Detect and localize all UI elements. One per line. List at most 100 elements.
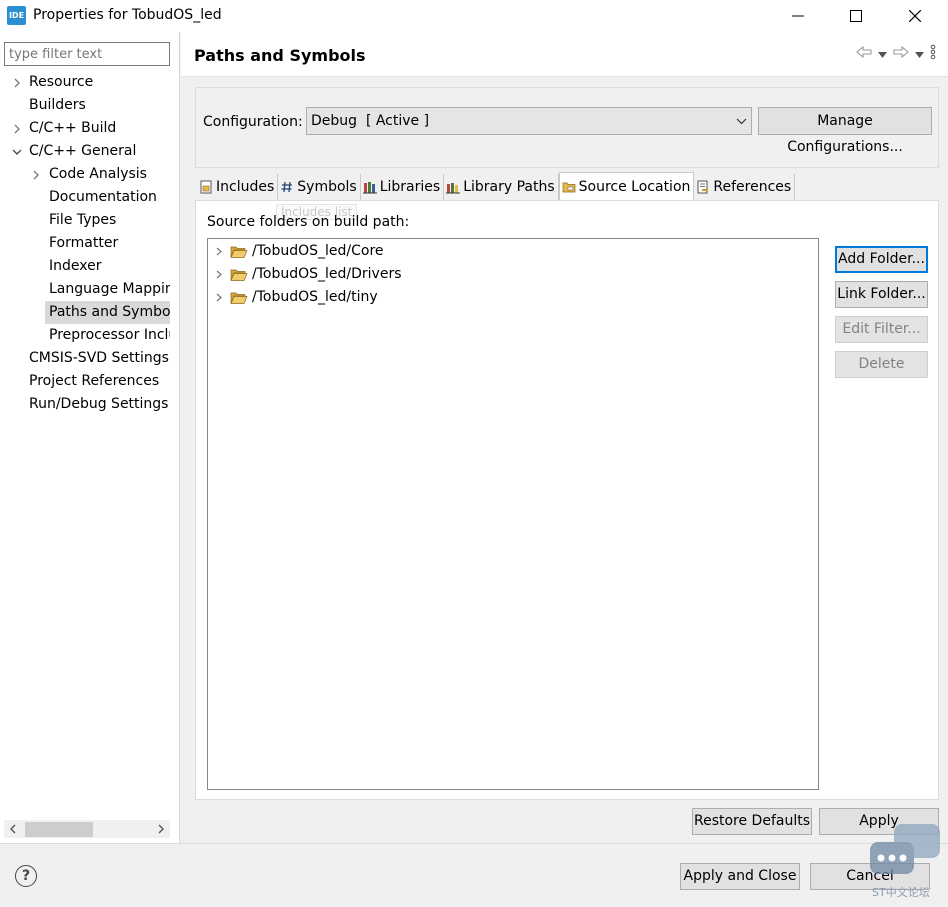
libraries-icon [362,180,377,194]
folder-open-icon [230,269,248,281]
tab-label: Library Paths [463,179,555,195]
sidebar-item-label: Documentation [49,189,157,205]
sidebar-item[interactable]: Language Mappings [45,278,170,301]
library-paths-icon [446,180,461,194]
settings-tab-bar: Includes Symbols Libraries Library Paths Sou… [197,172,796,200]
configuration-selected-value: Debug [ Active ] [311,113,430,129]
minimize-button[interactable] [770,0,826,32]
chevron-right-icon[interactable] [11,117,23,140]
watermark-text: ST中文论坛 [872,886,930,899]
tab-label: Source Location [578,178,691,195]
sidebar-item-label: Project References [29,373,160,389]
source-folder-path: /TobudOS_led/tiny [252,289,378,305]
minimize-icon [792,15,804,17]
apply-and-close-button[interactable]: Apply and Close [680,863,800,890]
edit-filter-button[interactable]: Edit Filter... [835,316,928,343]
sidebar-item[interactable]: File Types [45,209,170,232]
sidebar-item[interactable]: Documentation [45,186,170,209]
tab-library-paths[interactable]: Library Paths [444,174,559,200]
property-page-content: Paths and Symbols Configuration: Debug [… [181,32,948,843]
scroll-right-arrow-icon[interactable] [152,820,170,838]
sidebar-item[interactable]: Builders [0,94,178,117]
chevron-right-icon[interactable] [208,293,228,302]
configuration-label: Configuration: [203,114,303,130]
chevron-right-icon[interactable] [11,71,23,94]
chevron-down-icon[interactable] [11,140,23,163]
forward-menu-chevron-icon[interactable] [915,47,924,62]
sidebar-item[interactable]: Formatter [45,232,170,255]
dialog-footer: ? Apply and Close Cancel [0,843,948,907]
maximize-icon [850,10,862,22]
sidebar-item-label: CMSIS-SVD Settings [29,350,169,366]
source-folders-heading: Source folders on build path: [207,214,410,230]
sidebar-item[interactable]: Run/Debug Settings [0,393,178,416]
back-menu-chevron-icon[interactable] [878,47,887,62]
restore-defaults-button[interactable]: Restore Defaults [692,808,812,835]
source-folder-row[interactable]: /TobudOS_led/tiny [208,286,378,309]
source-location-panel: Includes list Source folders on build pa… [195,200,939,800]
page-header: Paths and Symbols [181,32,948,77]
sidebar-item-label: Resource [29,74,94,90]
tree-horizontal-scrollbar[interactable] [4,820,170,838]
sidebar-item[interactable]: Paths and Symbols [45,301,170,324]
tab-includes[interactable]: Includes [197,174,279,200]
tab-label: Symbols [297,179,357,195]
sidebar-item-label: Run/Debug Settings [29,396,169,412]
sidebar-item[interactable]: Indexer [45,255,170,278]
configuration-group: Configuration: Debug [ Active ] Manage C… [195,87,939,168]
window-title: Properties for TobudOS_led [33,7,222,23]
sidebar-item[interactable]: Code Analysis [33,163,170,186]
chevron-down-icon [736,108,747,134]
chevron-right-icon[interactable] [30,163,42,186]
source-folder-row[interactable]: /TobudOS_led/Drivers [208,263,402,286]
sidebar-item[interactable]: Project References [0,370,178,393]
manage-configurations-button[interactable]: Manage Configurations... [758,107,932,155]
back-arrow-icon[interactable] [856,45,872,62]
sidebar-item-label: File Types [49,212,117,228]
sidebar-item-label: Formatter [49,235,119,251]
page-title: Paths and Symbols [194,46,366,65]
sidebar-item-label: Builders [29,97,86,113]
sidebar-item-label: C/C++ General [29,143,137,159]
sidebar-item[interactable]: CMSIS-SVD Settings [0,347,178,370]
close-window-button[interactable] [887,0,943,32]
maximize-button[interactable] [828,0,884,32]
close-icon [909,10,921,22]
sidebar-item[interactable]: C/C++ Build [0,117,178,140]
tab-references[interactable]: References [694,174,796,200]
sidebar-item-label: Indexer [49,258,102,274]
folder-open-icon [230,246,248,258]
includes-icon [199,180,213,194]
delete-button[interactable]: Delete [835,351,928,378]
configuration-dropdown[interactable]: Debug [ Active ] [306,107,752,135]
source-folder-icon [562,180,576,194]
source-folder-row[interactable]: /TobudOS_led/Core [208,240,384,263]
scroll-left-arrow-icon[interactable] [4,820,22,838]
chevron-right-icon[interactable] [208,270,228,279]
sidebar-item-label: Preprocessor Include [49,327,170,343]
view-menu-icon[interactable] [930,44,936,64]
sidebar-item[interactable]: C/C++ General [0,140,178,163]
help-icon[interactable]: ? [15,865,37,887]
sidebar-item[interactable]: Resource [0,71,178,94]
chat-bubble-icon [870,824,940,874]
sidebar-item-label: Code Analysis [49,166,147,182]
link-folder-button[interactable]: Link Folder... [835,281,928,308]
tab-libraries[interactable]: Libraries [360,174,445,200]
tab-symbols[interactable]: Symbols [278,174,361,200]
add-folder-button[interactable]: Add Folder... [835,246,928,273]
title-bar: IDE Properties for TobudOS_led [0,0,948,32]
scrollbar-thumb[interactable] [25,822,93,837]
sidebar-item[interactable]: Preprocessor Include [45,324,170,347]
tab-source-location[interactable]: Source Location [558,172,695,200]
filter-input[interactable] [4,42,170,66]
tab-label: References [713,179,792,195]
references-icon [696,180,710,194]
source-folders-tree[interactable]: /TobudOS_led/Core/TobudOS_led/Drivers/To… [207,238,819,790]
forward-arrow-icon[interactable] [893,45,909,62]
chevron-right-icon[interactable] [208,247,228,256]
source-folder-path: /TobudOS_led/Core [252,243,384,259]
tab-label: Includes [216,179,275,195]
sidebar-item-label: C/C++ Build [29,120,117,136]
ide-app-icon: IDE [7,6,26,25]
